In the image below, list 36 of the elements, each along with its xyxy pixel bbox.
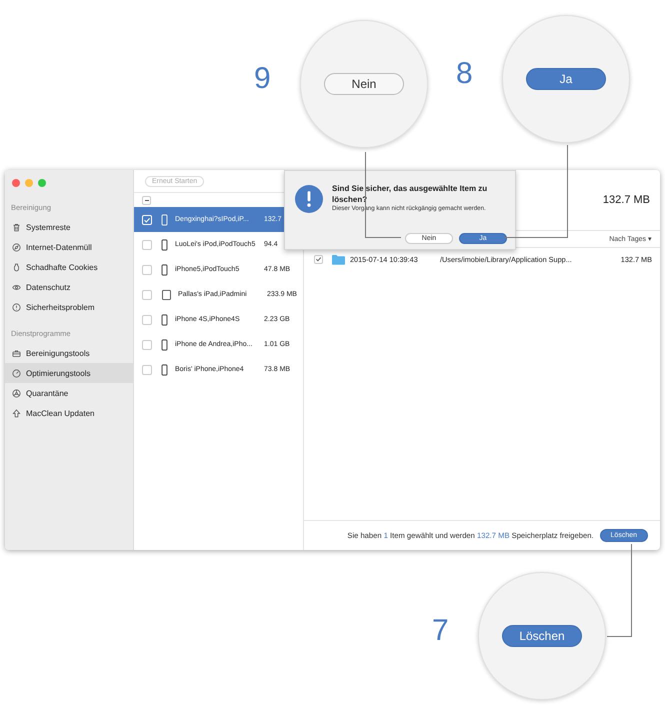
checkbox[interactable] <box>142 364 152 374</box>
sidebar-item[interactable]: Internet-Datenmüll <box>5 237 133 257</box>
step-number: 7 <box>432 614 449 648</box>
sidebar-item[interactable]: Sicherheitsproblem <box>5 297 133 317</box>
warning-icon <box>295 185 323 213</box>
arrow-up-icon <box>12 408 21 418</box>
select-all-checkbox[interactable] <box>142 196 151 204</box>
callout-button[interactable]: Löschen <box>502 625 582 647</box>
close-button[interactable] <box>12 179 20 187</box>
total-size: 132.7 MB <box>602 194 650 206</box>
sidebar-item[interactable]: Quarantäne <box>5 383 133 403</box>
sidebar-item[interactable]: MacClean Updaten <box>5 403 133 423</box>
eye-icon <box>12 282 21 292</box>
gauge-icon <box>12 368 21 378</box>
callout-button[interactable]: Ja <box>526 68 606 90</box>
checkbox[interactable] <box>142 290 152 300</box>
jar-icon <box>12 262 21 272</box>
step-number: 9 <box>254 62 271 96</box>
checkbox[interactable] <box>142 264 152 274</box>
briefcase-icon <box>12 348 21 358</box>
trash-icon <box>12 222 21 232</box>
sidebar-item[interactable]: Bereinigungstools <box>5 343 133 363</box>
checkbox[interactable] <box>314 254 323 264</box>
sidebar-item[interactable]: Schadhafte Cookies <box>5 257 133 277</box>
callout-button[interactable]: Nein <box>324 73 404 95</box>
checkbox[interactable] <box>142 240 152 250</box>
checkbox[interactable] <box>142 314 152 324</box>
compass-icon <box>12 242 21 252</box>
sidebar-item[interactable]: Systemreste <box>5 217 133 237</box>
folder-icon <box>332 254 345 264</box>
step-number: 8 <box>456 57 473 91</box>
zoom-button[interactable] <box>38 179 46 187</box>
minimize-button[interactable] <box>25 179 33 187</box>
sidebar-item[interactable]: Datenschutz <box>5 277 133 297</box>
sidebar-item[interactable]: Optimierungstools <box>5 363 133 383</box>
checkbox[interactable] <box>142 340 152 350</box>
